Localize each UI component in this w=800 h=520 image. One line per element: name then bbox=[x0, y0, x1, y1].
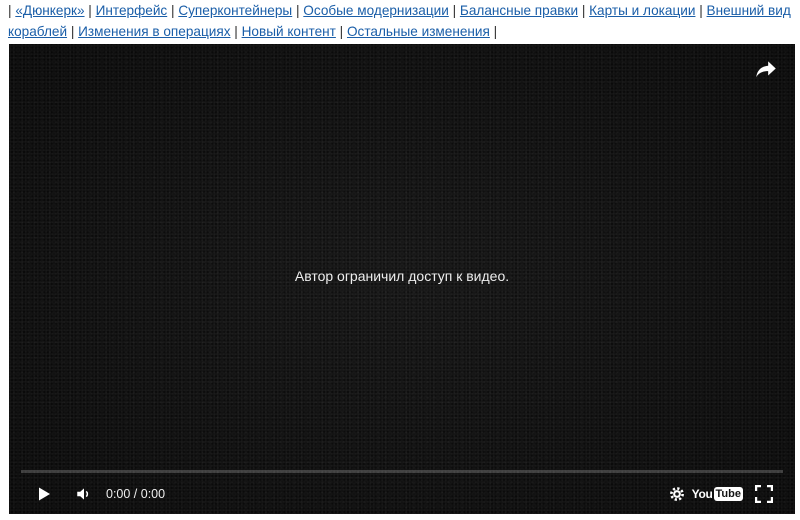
play-icon bbox=[39, 487, 50, 501]
nav-link-other-changes[interactable]: Остальные изменения bbox=[347, 24, 490, 39]
time-display: 0:00 / 0:00 bbox=[106, 487, 166, 501]
nav-link-special-upgrades[interactable]: Особые модернизации bbox=[303, 3, 449, 18]
share-icon bbox=[756, 61, 776, 78]
navigation-links: | «Дюнкерк» | Интерфейс | Суперконтейнер… bbox=[8, 0, 794, 42]
nav-link-dunkerque[interactable]: «Дюнкерк» bbox=[15, 3, 84, 18]
mute-button[interactable] bbox=[71, 474, 97, 514]
fullscreen-button[interactable] bbox=[751, 474, 777, 514]
separator: | bbox=[699, 3, 703, 18]
play-button[interactable] bbox=[31, 474, 57, 514]
youtube-logo-you: You bbox=[691, 487, 713, 501]
separator: | bbox=[339, 24, 344, 39]
nav-link-maps[interactable]: Карты и локации bbox=[589, 3, 695, 18]
separator: | bbox=[295, 3, 300, 18]
separator: | bbox=[70, 24, 75, 39]
share-button[interactable] bbox=[753, 56, 779, 82]
nav-link-operations-changes[interactable]: Изменения в операциях bbox=[78, 24, 230, 39]
separator: | bbox=[581, 3, 586, 18]
youtube-logo-tube: Tube bbox=[713, 487, 743, 501]
gear-icon bbox=[670, 487, 684, 501]
nav-link-new-content[interactable]: Новый контент bbox=[242, 24, 336, 39]
nav-link-supercontainers[interactable]: Суперконтейнеры bbox=[178, 3, 292, 18]
separator: | bbox=[171, 3, 175, 18]
settings-button[interactable] bbox=[664, 474, 690, 514]
separator: | bbox=[234, 24, 238, 39]
separator: | bbox=[8, 3, 12, 18]
separator: | bbox=[493, 24, 498, 39]
separator: | bbox=[88, 3, 92, 18]
volume-icon bbox=[77, 488, 89, 500]
separator: | bbox=[452, 3, 457, 18]
video-player[interactable]: Автор ограничил доступ к видео. 0:00 / 0… bbox=[9, 44, 795, 514]
fullscreen-icon bbox=[755, 485, 773, 503]
youtube-logo[interactable]: You Tube bbox=[692, 486, 743, 502]
restricted-message: Автор ограничил доступ к видео. bbox=[294, 268, 510, 284]
progress-bar[interactable] bbox=[21, 470, 783, 473]
nav-link-interface[interactable]: Интерфейс bbox=[96, 3, 168, 18]
control-bar: 0:00 / 0:00 You Tube bbox=[9, 474, 795, 514]
nav-link-balance-changes[interactable]: Балансные правки bbox=[460, 3, 578, 18]
